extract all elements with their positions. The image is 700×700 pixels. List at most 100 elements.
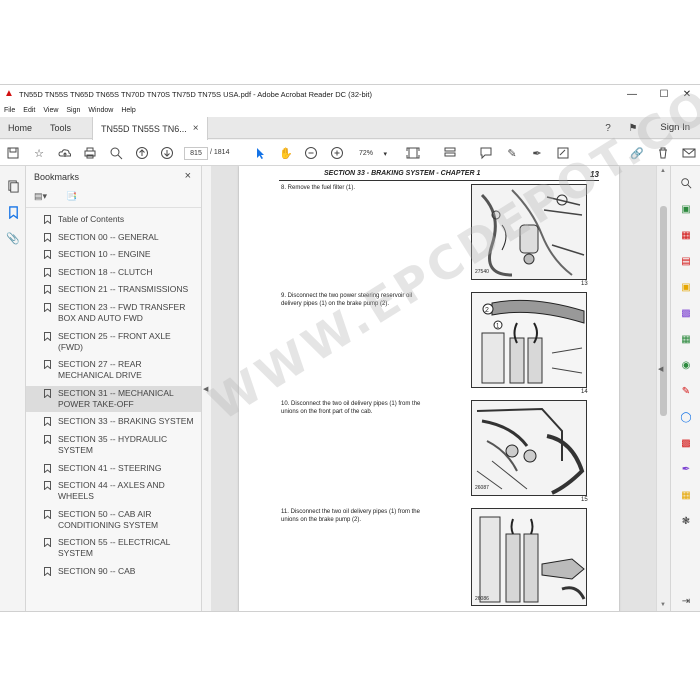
bookmark-item[interactable]: SECTION 50 -- CAB AIR CONDITIONING SYSTE… <box>26 507 201 533</box>
comment-icon[interactable] <box>477 144 495 162</box>
collapse-right-panel-arrow-icon[interactable]: ◀ <box>658 365 663 373</box>
share-link-icon[interactable]: 🔗 <box>628 144 646 162</box>
bookmark-item[interactable]: SECTION 90 -- CAB <box>26 564 201 579</box>
menu-view[interactable]: View <box>43 107 58 114</box>
bookmark-label: SECTION 18 -- CLUTCH <box>58 266 153 277</box>
next-page-icon[interactable] <box>158 144 176 162</box>
close-tab-icon[interactable]: × <box>193 123 199 134</box>
zoom-level-value: 72% <box>359 150 374 157</box>
bookmark-item[interactable]: SECTION 23 -- FWD TRANSFER BOX AND AUTO … <box>26 300 201 326</box>
bookmark-item[interactable]: Table of Contents <box>26 212 201 227</box>
send-for-signature-icon[interactable]: ▦ <box>679 488 693 502</box>
close-window-button[interactable]: ✕ <box>674 85 700 103</box>
sign-in-link[interactable]: Sign In <box>660 122 690 133</box>
bookmark-label: SECTION 33 -- BRAKING SYSTEM <box>58 416 194 427</box>
organize-pages-icon[interactable]: ▦ <box>679 332 693 346</box>
bookmark-item[interactable]: SECTION 10 -- ENGINE <box>26 247 201 262</box>
bookmark-item[interactable]: SECTION 35 -- HYDRAULIC SYSTEM <box>26 432 201 458</box>
zoom-out-icon[interactable] <box>302 144 320 162</box>
tab-document-label: TN55D TN55S TN6... <box>101 123 187 134</box>
notifications-bell-icon[interactable]: ⚑ <box>625 120 641 136</box>
bookmark-item[interactable]: SECTION 00 -- GENERAL <box>26 230 201 245</box>
right-tools-panel: ▣ ▦ ▤ ▣ ▩ ▦ ◉ ✎ ◯ ▩ ✒ ▦ ❃ ⇥ <box>670 166 700 611</box>
previous-page-icon[interactable] <box>133 144 151 162</box>
comment-tool-icon[interactable]: ▣ <box>679 280 693 294</box>
prepare-form-icon[interactable]: ▩ <box>679 436 693 450</box>
bookmark-ribbon-icon <box>44 538 51 548</box>
collapse-panel-arrow-icon[interactable]: ◀ <box>203 385 208 393</box>
bookmark-item[interactable]: SECTION 27 -- REAR MECHANICAL DRIVE <box>26 357 201 383</box>
page-number-input[interactable]: 815 <box>184 147 208 160</box>
vertical-scrollbar[interactable]: ▲ ▼ <box>656 166 670 611</box>
fit-page-icon[interactable] <box>404 144 422 162</box>
bookmark-ribbon-icon <box>44 509 51 519</box>
menu-sign[interactable]: Sign <box>66 107 80 114</box>
tab-document[interactable]: TN55D TN55S TN6... × <box>92 117 208 140</box>
bookmark-star-icon[interactable]: ☆ <box>30 144 48 162</box>
page-section-header: SECTION 33 - BRAKING SYSTEM - CHAPTER 1 <box>324 170 481 177</box>
edit-pdf-icon[interactable]: ▤ <box>679 254 693 268</box>
bookmark-item[interactable]: SECTION 33 -- BRAKING SYSTEM <box>26 414 201 429</box>
page-thumbnails-icon[interactable] <box>5 178 21 194</box>
collapse-tools-pane-icon[interactable]: ⇥ <box>679 594 693 608</box>
document-view[interactable]: SECTION 33 - BRAKING SYSTEM - CHAPTER 1 … <box>211 166 656 611</box>
upload-cloud-icon[interactable] <box>56 144 74 162</box>
zoom-level-select[interactable]: 72% ▾ <box>357 147 389 160</box>
bookmarks-panel-icon[interactable] <box>5 204 21 220</box>
fill-and-sign-icon[interactable]: ✒ <box>679 462 693 476</box>
redact-icon[interactable]: ✎ <box>679 384 693 398</box>
bookmark-item[interactable]: SECTION 55 -- ELECTRICAL SYSTEM <box>26 535 201 561</box>
menu-help[interactable]: Help <box>121 107 135 114</box>
draw-sign-icon[interactable]: ✒ <box>528 144 546 162</box>
scroll-down-arrow-icon[interactable]: ▼ <box>660 602 666 608</box>
protect-shield-icon[interactable]: ◯ <box>679 410 693 424</box>
menu-edit[interactable]: Edit <box>23 107 35 114</box>
page-number: 13 <box>590 170 599 179</box>
scroll-up-arrow-icon[interactable]: ▲ <box>660 168 666 174</box>
attachments-paperclip-icon[interactable]: 📎 <box>5 230 21 246</box>
more-tools-wrench-icon[interactable]: ❃ <box>679 514 693 528</box>
bookmark-label: SECTION 10 -- ENGINE <box>58 249 151 260</box>
bookmark-label: SECTION 25 -- FRONT AXLE (FWD) <box>58 330 171 352</box>
tab-home[interactable]: Home <box>8 117 32 139</box>
acrobat-window: ▲ TN55D TN55S TN65D TN65S TN70D TN70S TN… <box>0 84 700 612</box>
select-cursor-icon[interactable] <box>251 144 269 162</box>
print-icon[interactable] <box>81 144 99 162</box>
scroll-mode-icon[interactable] <box>441 144 459 162</box>
find-magnifier-icon[interactable] <box>107 144 125 162</box>
delete-icon[interactable] <box>654 144 672 162</box>
bookmark-item[interactable]: SECTION 44 -- AXLES AND WHEELS <box>26 478 201 504</box>
highlight-pen-icon[interactable]: ✎ <box>503 144 521 162</box>
create-pdf-icon[interactable]: ▦ <box>679 228 693 242</box>
menu-window[interactable]: Window <box>88 107 113 114</box>
bookmark-item[interactable]: SECTION 31 -- MECHANICAL POWER TAKE-OFF <box>26 385 201 412</box>
bookmark-label: SECTION 35 -- HYDRAULIC SYSTEM <box>58 433 168 455</box>
figure-cab-unions <box>471 400 587 496</box>
save-icon[interactable] <box>4 144 22 162</box>
minimize-button[interactable]: — <box>619 85 645 103</box>
pdf-page: SECTION 33 - BRAKING SYSTEM - CHAPTER 1 … <box>239 166 619 611</box>
close-bookmarks-icon[interactable]: × <box>185 170 191 182</box>
bookmark-item[interactable]: SECTION 25 -- FRONT AXLE (FWD) <box>26 329 201 355</box>
bookmark-item[interactable]: SECTION 18 -- CLUTCH <box>26 265 201 280</box>
help-icon[interactable]: ? <box>600 120 616 136</box>
new-bookmark-icon[interactable]: 📑 <box>66 191 77 202</box>
options-menu-icon[interactable]: ▤▾ <box>34 191 47 202</box>
hand-tool-icon[interactable]: ✋ <box>277 144 295 162</box>
bookmark-item[interactable]: SECTION 21 -- TRANSMISSIONS <box>26 282 201 297</box>
tab-tools[interactable]: Tools <box>50 117 71 139</box>
compress-pdf-icon[interactable]: ◉ <box>679 358 693 372</box>
bookmark-label: SECTION 50 -- CAB AIR CONDITIONING SYSTE… <box>58 508 159 530</box>
scroll-thumb[interactable] <box>660 206 667 416</box>
fill-sign-icon[interactable] <box>554 144 572 162</box>
email-icon[interactable] <box>680 144 698 162</box>
export-pdf-icon[interactable]: ▣ <box>679 202 693 216</box>
bookmark-label: SECTION 90 -- CAB <box>58 565 136 576</box>
step-9-text: 9. Disconnect the two power steering res… <box>281 293 413 307</box>
bookmark-ribbon-icon <box>44 434 51 444</box>
combine-files-icon[interactable]: ▩ <box>679 306 693 320</box>
zoom-in-icon[interactable] <box>328 144 346 162</box>
menu-file[interactable]: File <box>4 107 15 114</box>
bookmark-item[interactable]: SECTION 41 -- STEERING <box>26 461 201 476</box>
search-tools-icon[interactable] <box>679 176 693 190</box>
